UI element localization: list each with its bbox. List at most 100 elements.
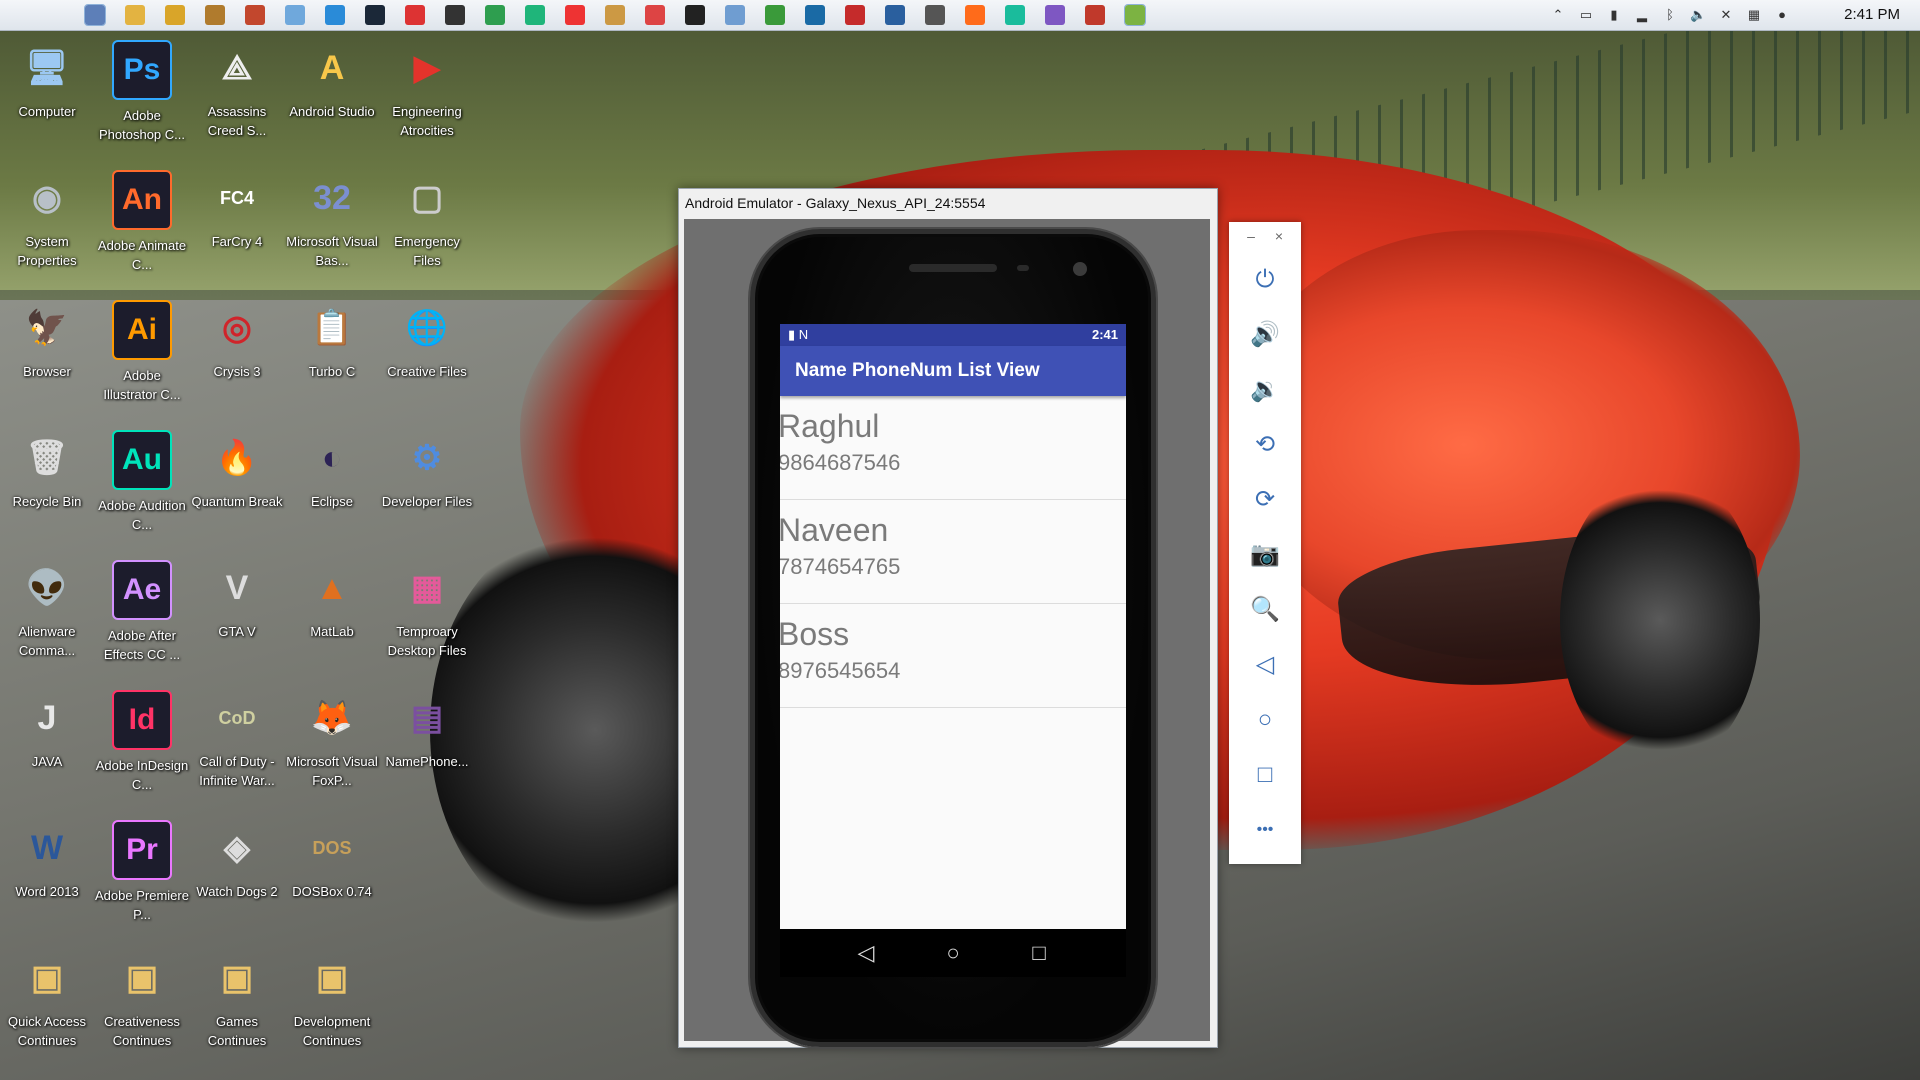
desktop-icon[interactable]: Pr Adobe Premiere P... (95, 820, 189, 924)
power-icon[interactable]: ⏻ (1247, 262, 1283, 298)
chevron-up-icon[interactable]: ⌃ (1550, 7, 1566, 23)
overview-icon[interactable]: □ (1247, 757, 1283, 793)
settings-icon[interactable] (445, 5, 465, 25)
app-icon[interactable] (245, 5, 265, 25)
desktop-icon[interactable]: 👽 Alienware Comma... (0, 560, 94, 660)
monitor-icon[interactable]: ▭ (1578, 7, 1594, 23)
mute-icon[interactable]: ✕ (1718, 7, 1734, 23)
zoom-icon[interactable]: 🔍 (1247, 592, 1283, 628)
volume-up-icon[interactable]: 🔊 (1247, 317, 1283, 353)
tool-icon[interactable] (965, 5, 985, 25)
home-icon[interactable]: ○ (939, 939, 967, 967)
excel-icon[interactable] (485, 5, 505, 25)
desktop-icon[interactable]: J JAVA (0, 690, 94, 771)
home-icon[interactable]: ○ (1247, 702, 1283, 738)
signal-icon[interactable]: ▂ (1634, 7, 1650, 23)
globe-icon[interactable]: ● (1774, 7, 1790, 23)
desktop-icon-label: Engineering Atrocities (392, 104, 462, 138)
desktop-icon[interactable]: CoD Call of Duty - Infinite War... (190, 690, 284, 790)
chrome2-icon[interactable] (765, 5, 785, 25)
android-status-bar[interactable]: ▮ N 2:41 (780, 324, 1126, 346)
desktop-icon[interactable]: ⚙ Developer Files (380, 430, 474, 511)
desktop-icon[interactable]: Ps Adobe Photoshop C... (95, 40, 189, 144)
steam-icon[interactable] (365, 5, 385, 25)
database-icon[interactable] (925, 5, 945, 25)
android-icon[interactable] (1124, 4, 1146, 26)
desktop-icon[interactable]: W Word 2013 (0, 820, 94, 901)
desktop-icon[interactable]: ◎ Crysis 3 (190, 300, 284, 381)
desktop-icon[interactable]: 32 Microsoft Visual Bas... (285, 170, 379, 270)
close-button[interactable]: × (1271, 228, 1287, 244)
explorer-icon[interactable] (125, 5, 145, 25)
acrobat-icon[interactable] (845, 5, 865, 25)
desktop-icon[interactable]: ◉ System Properties (0, 170, 94, 270)
monitor-icon[interactable] (685, 5, 705, 25)
desktop-icon[interactable]: DOS DOSBox 0.74 (285, 820, 379, 901)
back-icon[interactable]: ◁ (852, 939, 880, 967)
list-item[interactable]: Boss 8976545654 (780, 604, 1126, 708)
winrar-icon[interactable] (205, 5, 225, 25)
taskbar-clock[interactable]: 2:41 PM (1830, 6, 1900, 23)
apple-menu-icon[interactable] (22, 4, 42, 24)
list-item[interactable]: Naveen 7874654765 (780, 500, 1126, 604)
back-icon[interactable]: ◁ (1247, 647, 1283, 683)
desktop-icon[interactable]: ◈ Watch Dogs 2 (190, 820, 284, 901)
app2-icon[interactable] (725, 5, 745, 25)
desktop-icon[interactable]: 🦅 Browser (0, 300, 94, 381)
desktop-icon[interactable]: A Android Studio (285, 40, 379, 121)
desktop-icon[interactable]: ▣ Quick Access Continues (0, 950, 94, 1050)
desktop-icon[interactable]: 🦊 Microsoft Visual FoxP... (285, 690, 379, 790)
desktop-icon[interactable]: ▶ Engineering Atrocities (380, 40, 474, 140)
volume-down-icon[interactable]: 🔉 (1247, 372, 1283, 408)
box-icon[interactable] (885, 5, 905, 25)
rotate-left-icon[interactable]: ⟲ (1247, 427, 1283, 463)
atom-icon[interactable] (805, 5, 825, 25)
more-icon[interactable]: ••• (1247, 812, 1283, 848)
gift-icon[interactable] (605, 5, 625, 25)
download-icon[interactable] (565, 5, 585, 25)
desktop-icon[interactable]: ▣ Creativeness Continues (95, 950, 189, 1050)
desktop-icon[interactable]: 🖥 Computer (0, 40, 94, 121)
infinity-icon[interactable] (1005, 5, 1025, 25)
desktop-icon[interactable]: ▦ Temproary Desktop Files (380, 560, 474, 660)
volume-icon[interactable]: 🔈 (1690, 7, 1706, 23)
pdf-icon[interactable] (645, 5, 665, 25)
desktop-icon[interactable]: 🌐 Creative Files (380, 300, 474, 381)
minimize-button[interactable]: – (1243, 228, 1259, 244)
desktop-icon[interactable]: FC4 FarCry 4 (190, 170, 284, 251)
desktop-icon[interactable]: V GTA V (190, 560, 284, 641)
desktop-icon[interactable]: ⟁ Assassins Creed S... (190, 40, 284, 140)
purple-icon[interactable] (1045, 5, 1065, 25)
desktop-icon[interactable]: Ai Adobe Illustrator C... (95, 300, 189, 404)
flag-icon[interactable] (1085, 5, 1105, 25)
desktop-icon[interactable]: 🔥 Quantum Break (190, 430, 284, 511)
desktop-icon-label: NamePhone... (385, 754, 469, 769)
mail-icon[interactable] (405, 5, 425, 25)
desktop-icon[interactable]: ▣ Games Continues (190, 950, 284, 1050)
desktop-icon[interactable]: An Adobe Animate C... (95, 170, 189, 274)
desktop-icon[interactable]: ▲ MatLab (285, 560, 379, 641)
list-item[interactable]: Raghul 9864687546 (780, 396, 1126, 500)
desktop-icon[interactable]: 🗑 Recycle Bin (0, 430, 94, 511)
desktop-icon[interactable]: Ae Adobe After Effects CC ... (95, 560, 189, 664)
desktop-icon[interactable]: Id Adobe InDesign C... (95, 690, 189, 794)
pycharm-icon[interactable] (525, 5, 545, 25)
rotate-right-icon[interactable]: ⟳ (1247, 482, 1283, 518)
chrome-icon[interactable] (325, 5, 345, 25)
battery-icon[interactable]: ▮ (1606, 7, 1622, 23)
desktop-icon[interactable]: ▣ Development Continues (285, 950, 379, 1050)
desktop-icon[interactable]: ▢ Emergency Files (380, 170, 474, 270)
recents-icon[interactable]: □ (1025, 939, 1053, 967)
desktop-icon-label: Quick Access Continues (7, 1014, 87, 1048)
desktop-icon[interactable]: ◐ Eclipse (285, 430, 379, 511)
bluetooth-icon[interactable]: ᛒ (1662, 7, 1678, 23)
paint-icon[interactable] (165, 5, 185, 25)
desktop-icon[interactable]: Au Adobe Audition C... (95, 430, 189, 534)
network-icon[interactable]: ▦ (1746, 7, 1762, 23)
cloud-icon[interactable] (285, 5, 305, 25)
phone-screen[interactable]: ▮ N 2:41 Name PhoneNum List View Raghul 9… (780, 324, 1126, 929)
finder-icon[interactable] (84, 4, 106, 26)
camera-icon[interactable]: 📷 (1247, 537, 1283, 573)
desktop-icon[interactable]: ▤ NamePhone... (380, 690, 474, 771)
desktop-icon[interactable]: 📋 Turbo C (285, 300, 379, 381)
